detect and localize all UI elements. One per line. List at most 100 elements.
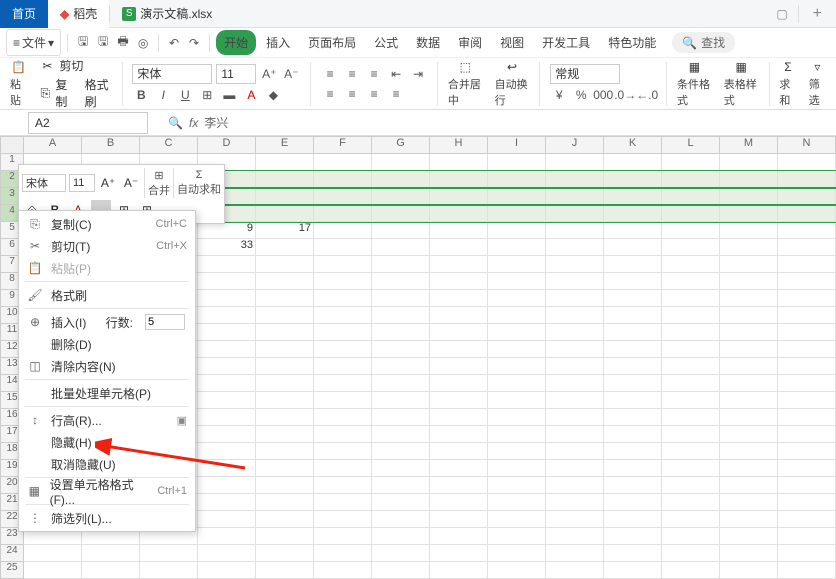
col-header-G[interactable]: G: [372, 136, 430, 154]
cell[interactable]: [720, 205, 778, 222]
cell[interactable]: [778, 409, 836, 426]
cell[interactable]: [488, 239, 546, 256]
cell[interactable]: [372, 256, 430, 273]
border-icon[interactable]: ⊞: [198, 86, 216, 104]
cell[interactable]: [314, 256, 372, 273]
select-all-corner[interactable]: [0, 136, 24, 154]
tab-view[interactable]: 视图: [492, 30, 532, 55]
cell[interactable]: [662, 545, 720, 562]
cell[interactable]: [372, 171, 430, 188]
cell[interactable]: [662, 443, 720, 460]
cell[interactable]: [662, 307, 720, 324]
font-shrink-icon[interactable]: A⁻: [282, 65, 300, 83]
cell[interactable]: [314, 307, 372, 324]
cell[interactable]: [314, 392, 372, 409]
ctx-copy[interactable]: ⎘复制(C)Ctrl+C: [19, 213, 195, 235]
cell[interactable]: [546, 426, 604, 443]
tab-data[interactable]: 数据: [408, 30, 448, 55]
table-style-button[interactable]: ▦表格样式: [720, 57, 763, 110]
cell[interactable]: [372, 290, 430, 307]
cell[interactable]: [546, 562, 604, 579]
ctx-row-height[interactable]: ↕行高(R)...▣: [19, 409, 195, 431]
cell[interactable]: [256, 460, 314, 477]
cell[interactable]: [778, 341, 836, 358]
cell[interactable]: [720, 392, 778, 409]
col-header-B[interactable]: B: [82, 136, 140, 154]
cell[interactable]: [256, 256, 314, 273]
cell[interactable]: [430, 375, 488, 392]
cell[interactable]: [314, 511, 372, 528]
cell[interactable]: [488, 392, 546, 409]
cell[interactable]: [488, 154, 546, 171]
cell[interactable]: [256, 511, 314, 528]
cell[interactable]: [720, 460, 778, 477]
cell[interactable]: [720, 273, 778, 290]
cell[interactable]: [314, 324, 372, 341]
save-as-icon[interactable]: 🖫: [94, 34, 112, 52]
cell[interactable]: [604, 494, 662, 511]
cell[interactable]: [82, 545, 140, 562]
cell[interactable]: [256, 154, 314, 171]
copy-icon[interactable]: ⎘: [39, 85, 51, 101]
cell[interactable]: [198, 392, 256, 409]
cell[interactable]: [546, 222, 604, 239]
cell[interactable]: [488, 222, 546, 239]
cell[interactable]: [372, 562, 430, 579]
cell[interactable]: [372, 273, 430, 290]
cell[interactable]: [604, 562, 662, 579]
mini-size-select[interactable]: 11: [69, 174, 95, 192]
align-bot-icon[interactable]: ≡: [365, 65, 383, 83]
col-header-C[interactable]: C: [140, 136, 198, 154]
cell[interactable]: [198, 256, 256, 273]
cell[interactable]: [372, 528, 430, 545]
cell[interactable]: [546, 460, 604, 477]
window-restore-icon[interactable]: ▢: [766, 7, 797, 21]
cell[interactable]: [720, 358, 778, 375]
cell[interactable]: [372, 341, 430, 358]
cell[interactable]: [488, 375, 546, 392]
cell[interactable]: [430, 154, 488, 171]
cell[interactable]: [662, 358, 720, 375]
cell[interactable]: [546, 171, 604, 188]
cell[interactable]: [778, 460, 836, 477]
cell[interactable]: [488, 562, 546, 579]
tab-docker[interactable]: ◆稻壳: [48, 0, 109, 28]
col-header-E[interactable]: E: [256, 136, 314, 154]
cell[interactable]: [256, 426, 314, 443]
wrap-button[interactable]: ↩自动换行: [491, 57, 534, 110]
cell[interactable]: [256, 358, 314, 375]
cell[interactable]: [778, 290, 836, 307]
cell[interactable]: [430, 222, 488, 239]
cell[interactable]: [488, 358, 546, 375]
cell[interactable]: [604, 239, 662, 256]
cell[interactable]: [314, 358, 372, 375]
ctx-format-painter[interactable]: 🖌格式刷: [19, 284, 195, 306]
cell[interactable]: [604, 545, 662, 562]
cell[interactable]: [430, 443, 488, 460]
cell[interactable]: [372, 239, 430, 256]
cell[interactable]: [198, 324, 256, 341]
cell[interactable]: [198, 477, 256, 494]
cell[interactable]: [256, 171, 314, 188]
print-icon[interactable]: 🖶: [114, 34, 132, 52]
cell[interactable]: [430, 290, 488, 307]
cell[interactable]: [778, 324, 836, 341]
cell[interactable]: [488, 494, 546, 511]
cond-format-button[interactable]: ▦条件格式: [673, 57, 716, 110]
cell[interactable]: [488, 307, 546, 324]
currency-icon[interactable]: ¥: [550, 86, 568, 104]
copy-label[interactable]: 复制: [55, 76, 73, 110]
name-box[interactable]: A2: [28, 112, 148, 134]
merge-button[interactable]: ⬚合并居中: [444, 57, 487, 110]
cell[interactable]: [430, 307, 488, 324]
cell[interactable]: [82, 562, 140, 579]
cell[interactable]: [372, 443, 430, 460]
cell[interactable]: [198, 494, 256, 511]
cell[interactable]: [546, 409, 604, 426]
cell[interactable]: [720, 222, 778, 239]
cell[interactable]: [256, 409, 314, 426]
preview-icon[interactable]: ◎: [134, 34, 152, 52]
cell[interactable]: [488, 205, 546, 222]
underline-icon[interactable]: U: [176, 86, 194, 104]
cell[interactable]: [488, 545, 546, 562]
